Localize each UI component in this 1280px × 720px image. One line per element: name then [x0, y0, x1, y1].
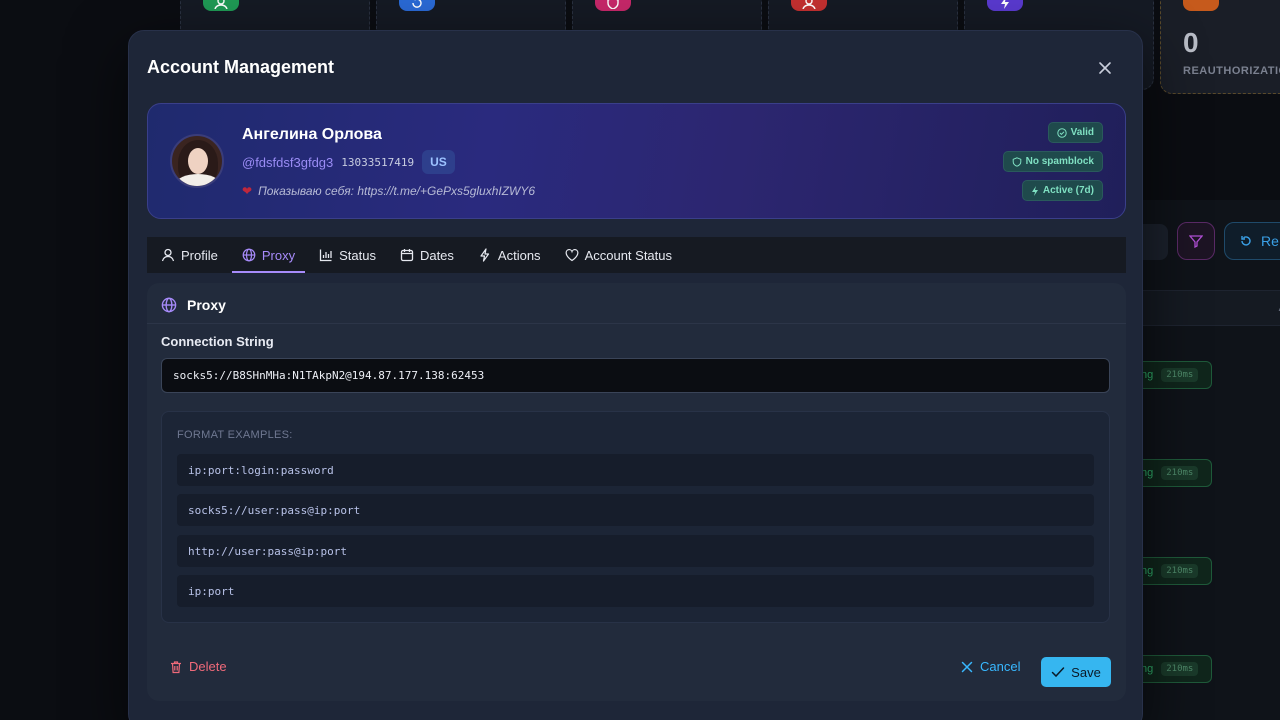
- active-badge-label: Active (7d): [1042, 185, 1094, 196]
- close-button[interactable]: [1094, 57, 1116, 79]
- bg-refresh-button: Re: [1224, 222, 1280, 260]
- tab-dates[interactable]: Dates: [390, 237, 464, 273]
- proxy-section-title: Proxy: [187, 297, 226, 313]
- refresh-icon: [1241, 236, 1251, 246]
- bio-text: Показываю себя: https://t.me/+GePxs5glux…: [258, 184, 536, 198]
- shield-icon: [595, 0, 631, 11]
- profile-identity-row: @fdsfdsf3gfdg3 13033517419 US: [242, 150, 455, 174]
- bar-chart-icon: [319, 249, 332, 262]
- format-example[interactable]: http://user:pass@ip:port: [177, 535, 1094, 567]
- status-badges: Valid No spamblock Active (7d): [1002, 122, 1103, 201]
- refresh-icon: [399, 0, 435, 11]
- profile-bio: ❤ Показываю себя: https://t.me/+GePxs5gl…: [242, 184, 535, 198]
- spamblock-badge: No spamblock: [1002, 151, 1103, 172]
- lightning-icon: [1031, 185, 1038, 196]
- format-examples-box: FORMAT EXAMPLES: ip:port:login:password …: [161, 411, 1110, 623]
- cancel-label: Cancel: [980, 659, 1021, 674]
- username: @fdsfdsf3gfdg3: [242, 154, 334, 170]
- tab-bar: Profile Proxy Status Dates Actions Accou…: [147, 237, 1126, 273]
- account-management-modal: Account Management Ангелина Орлова @fdsf…: [128, 30, 1143, 720]
- bg-stat-label: REAUTHORIZATION: [1183, 65, 1280, 77]
- valid-badge-label: Valid: [1070, 127, 1094, 138]
- filter-icon: [1189, 235, 1203, 248]
- close-icon: [1099, 62, 1111, 74]
- close-icon: [961, 661, 973, 672]
- bg-latency: 210ms: [1161, 466, 1199, 480]
- tab-profile[interactable]: Profile: [151, 237, 228, 273]
- user-x-icon: [791, 0, 827, 11]
- format-examples-title: FORMAT EXAMPLES:: [177, 429, 293, 441]
- tab-proxy[interactable]: Proxy: [231, 237, 306, 273]
- user-icon: [161, 248, 175, 262]
- key-icon: [1183, 0, 1219, 11]
- globe-icon: [161, 297, 177, 313]
- valid-badge: Valid: [1047, 122, 1103, 143]
- country-badge: US: [422, 150, 455, 174]
- proxy-panel: Proxy Connection String FORMAT EXAMPLES:…: [147, 283, 1126, 701]
- user-icon: [203, 0, 239, 11]
- connection-string-input[interactable]: [161, 358, 1110, 393]
- bg-latency: 210ms: [1161, 368, 1199, 382]
- save-label: Save: [1071, 664, 1101, 680]
- bg-filter-button: [1177, 222, 1215, 260]
- format-example[interactable]: socks5://user:pass@ip:port: [177, 494, 1094, 526]
- connection-string-label: Connection String: [161, 334, 274, 349]
- tab-label: Status: [339, 247, 376, 263]
- tab-actions[interactable]: Actions: [468, 237, 551, 273]
- check-icon: [1051, 667, 1065, 678]
- avatar: [170, 134, 224, 188]
- user-id: 13033517419: [341, 155, 415, 169]
- globe-icon: [242, 248, 256, 262]
- proxy-section-header: Proxy: [161, 297, 226, 313]
- format-example[interactable]: ip:port: [177, 575, 1094, 607]
- lightning-icon: [480, 248, 490, 262]
- bg-reauthorization-card: 0 REAUTHORIZATION: [1160, 0, 1280, 94]
- active-badge: Active (7d): [1021, 180, 1103, 201]
- spamblock-badge-label: No spamblock: [1025, 156, 1094, 167]
- tab-label: Dates: [419, 247, 454, 263]
- shield-icon: [1012, 156, 1021, 167]
- bg-stat-number: 0: [1183, 27, 1199, 58]
- heart-icon: [565, 249, 578, 262]
- calendar-icon: [400, 249, 414, 262]
- save-button[interactable]: Save: [1041, 657, 1111, 687]
- divider: [147, 323, 1126, 324]
- modal-title: Account Management: [147, 57, 335, 77]
- delete-label: Delete: [189, 659, 227, 674]
- bg-latency: 210ms: [1161, 564, 1199, 578]
- bg-table-header: A: [1140, 290, 1280, 326]
- trash-icon: [171, 660, 181, 673]
- format-example[interactable]: ip:port:login:password: [177, 454, 1094, 486]
- check-circle-icon: [1056, 127, 1067, 138]
- heart-icon: ❤: [242, 184, 253, 198]
- cancel-button[interactable]: Cancel: [961, 659, 1020, 674]
- profile-header-card: Ангелина Орлова @fdsfdsf3gfdg3 130335174…: [147, 103, 1126, 219]
- delete-button[interactable]: Delete: [169, 659, 227, 674]
- lightning-icon: [987, 0, 1023, 11]
- bg-refresh-label: Re: [1261, 233, 1279, 249]
- tab-label: Actions: [497, 247, 541, 263]
- profile-name: Ангелина Орлова: [242, 126, 382, 143]
- bg-search-input: [1140, 224, 1168, 260]
- tab-label: Profile: [181, 247, 218, 263]
- tab-label: Account Status: [584, 247, 673, 263]
- bg-latency: 210ms: [1161, 662, 1199, 676]
- tab-label: Proxy: [261, 247, 296, 263]
- tab-status[interactable]: Status: [309, 237, 386, 273]
- tab-account-status[interactable]: Account Status: [555, 237, 682, 273]
